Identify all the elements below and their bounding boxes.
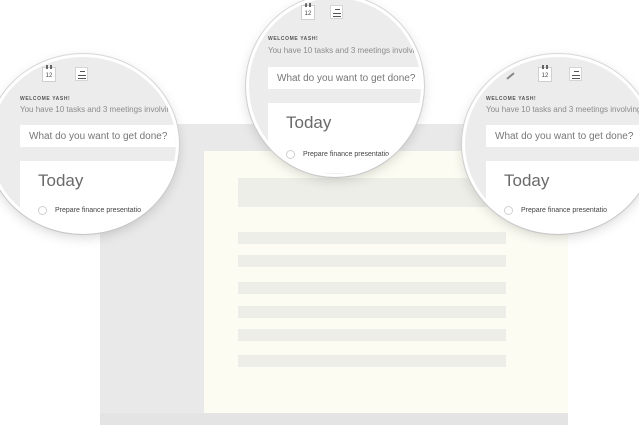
list-icon[interactable] [75,67,88,81]
today-heading: Today [504,171,550,190]
pen-icon [282,6,291,14]
task-checkbox[interactable] [286,150,295,159]
task-checkbox[interactable] [38,206,47,215]
magnifier-lens-left: 12 WELCOME YASH! You have 10 tasks and 3… [0,57,176,231]
today-card: Today Prepare finance presentatio [20,161,176,231]
pen-icon [16,72,25,80]
welcome-heading: WELCOME YASH! [486,96,537,102]
magnifier-lens-center: 12 WELCOME YASH! You have 10 tasks and 3… [249,0,421,174]
task-label[interactable]: Prepare finance presentatio [303,151,389,158]
list-icon[interactable] [569,67,582,81]
task-summary: You have 10 tasks and 3 meetings involvi… [486,105,639,114]
task-label[interactable]: Prepare finance presentatio [521,207,607,214]
today-card: Today Prepare finance presentatio [268,103,421,173]
magnifier-lens-right: 12 WELCOME YASH! You have 10 tasks and 3… [465,57,639,231]
task-summary: You have 10 tasks and 3 meetings involvi… [268,46,421,55]
placeholder-bar [238,232,506,244]
task-summary: You have 10 tasks and 3 meetings involvi… [20,105,176,114]
welcome-heading: WELCOME YASH! [20,96,71,102]
placeholder-bar [238,255,506,267]
placeholder-bar [238,178,506,207]
task-input[interactable] [268,67,421,89]
placeholder-bar [238,355,506,367]
calendar-icon[interactable]: 12 [538,65,552,82]
calendar-icon[interactable]: 12 [42,65,56,82]
today-heading: Today [286,113,332,132]
task-input[interactable] [486,125,639,147]
calendar-icon[interactable]: 12 [301,3,315,20]
welcome-heading: WELCOME YASH! [268,36,319,42]
pen-icon [506,72,515,80]
task-label[interactable]: Prepare finance presentatio [55,207,141,214]
promo-stage: 12 WELCOME YASH! You have 10 tasks and 3… [0,0,639,425]
today-heading: Today [38,171,84,190]
background-window-footer [100,413,568,425]
placeholder-bar [238,282,506,294]
today-card: Today Prepare finance presentatio [486,161,639,231]
task-input[interactable] [20,125,176,147]
task-checkbox[interactable] [504,206,513,215]
placeholder-bar [238,306,506,318]
list-icon[interactable] [330,5,343,19]
placeholder-bar [238,329,506,341]
